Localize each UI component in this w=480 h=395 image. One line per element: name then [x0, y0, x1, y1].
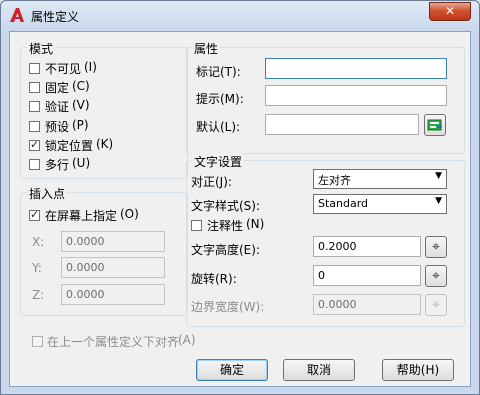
- close-button[interactable]: ✕: [429, 2, 471, 21]
- checkmark-icon: ✓: [30, 208, 40, 221]
- text-settings-group-title: 文字设置: [192, 153, 245, 170]
- checkbox-box[interactable]: [29, 82, 40, 93]
- title-bar[interactable]: 属性定义 ✕: [1, 1, 479, 31]
- checkbox-label: 预设: [45, 120, 70, 134]
- insertion-point-group-title: 插入点: [27, 185, 68, 202]
- checkbox-label: 锁定位置: [45, 139, 94, 153]
- justify-dropdown[interactable]: 左对齐 ▼: [313, 169, 447, 189]
- attribute-group-title: 属性: [192, 40, 221, 57]
- checkbox-label: 在上一个属性定义下对齐: [47, 335, 180, 349]
- checkbox-label: 在屏幕上指定: [45, 209, 118, 223]
- help-button[interactable]: 帮助(H): [382, 359, 454, 381]
- dropdown-arrow-icon: ▼: [435, 196, 442, 206]
- boundary-width-label: 边界宽度(W):: [191, 300, 265, 314]
- autocad-logo-icon: [10, 8, 24, 22]
- prompt-input[interactable]: [265, 85, 447, 106]
- checkbox-box[interactable]: [29, 159, 40, 170]
- tag-label: 标记(T):: [196, 65, 241, 79]
- z-label: Z:: [32, 288, 45, 302]
- x-label: X:: [32, 235, 45, 249]
- text-style-dropdown[interactable]: Standard ▼: [313, 194, 447, 214]
- y-label: Y:: [32, 261, 42, 275]
- text-style-value: Standard: [318, 197, 369, 210]
- checkbox-label: 验证: [45, 100, 70, 114]
- rotation-pick-button[interactable]: ⌖: [425, 265, 447, 287]
- checkbox-box[interactable]: [29, 101, 40, 112]
- justify-value: 左对齐: [318, 174, 351, 187]
- checkbox-box[interactable]: [29, 121, 40, 132]
- default-input[interactable]: [265, 114, 419, 135]
- text-height-label: 文字高度(E):: [191, 243, 260, 257]
- boundary-width-input[interactable]: 0.0000: [313, 294, 421, 315]
- prompt-label: 提示(M):: [196, 92, 244, 106]
- checkbox-key: (O): [120, 207, 139, 221]
- x-field[interactable]: 0.0000: [61, 231, 165, 252]
- close-icon: ✕: [444, 4, 456, 18]
- checkbox-box[interactable]: ✓: [29, 138, 40, 151]
- window-title: 属性定义: [31, 10, 80, 24]
- text-height-input[interactable]: 0.2000: [313, 236, 421, 257]
- pick-point-icon: ⌖: [432, 297, 440, 313]
- insert-field-button[interactable]: [424, 114, 446, 136]
- cancel-button[interactable]: 取消: [283, 359, 355, 381]
- insert-field-icon: [427, 119, 442, 131]
- checkbox-key: (N): [246, 217, 265, 231]
- mode-group-title: 模式: [27, 40, 56, 57]
- text-style-label: 文字样式(S):: [191, 199, 261, 213]
- checkbox-key: (A): [178, 333, 196, 347]
- pick-point-icon: ⌖: [432, 239, 440, 255]
- rotation-label: 旋转(R):: [191, 272, 237, 286]
- ok-button[interactable]: 确定: [196, 359, 268, 381]
- checkbox-label: 固定: [45, 81, 70, 95]
- checkbox-key: (U): [72, 156, 91, 170]
- default-label: 默认(L):: [196, 120, 241, 134]
- checkbox-box[interactable]: ✓: [29, 208, 40, 221]
- dialog-client: 模式 不可见 (I) 固定 (C) 验证 (V) 预设 (P) ✓ 锁定位置 (…: [9, 31, 471, 387]
- checkbox-label: 注释性: [207, 219, 244, 233]
- checkbox-key: (I): [84, 60, 97, 74]
- pick-point-icon: ⌖: [432, 268, 440, 284]
- checkbox-key: (K): [96, 137, 114, 151]
- y-field[interactable]: 0.0000: [61, 257, 165, 278]
- boundary-width-pick-button[interactable]: ⌖: [425, 294, 447, 316]
- z-field[interactable]: 0.0000: [61, 284, 165, 305]
- text-height-pick-button[interactable]: ⌖: [425, 236, 447, 258]
- justify-label: 对正(J):: [191, 175, 232, 189]
- tag-input[interactable]: [265, 58, 447, 79]
- checkbox-key: (P): [72, 118, 89, 132]
- dialog-window: 属性定义 ✕ 模式 不可见 (I) 固定 (C) 验证 (V) 预设 (P) ✓…: [0, 0, 480, 395]
- checkbox-box[interactable]: [29, 63, 40, 74]
- checkbox-box[interactable]: [191, 220, 202, 231]
- dropdown-arrow-icon: ▼: [435, 171, 442, 181]
- checkbox-key: (V): [72, 98, 90, 112]
- checkmark-icon: ✓: [30, 138, 40, 151]
- checkbox-label: 多行: [45, 158, 70, 172]
- checkbox-label: 不可见: [45, 62, 82, 76]
- checkbox-key: (C): [72, 79, 90, 93]
- checkbox-box[interactable]: [32, 336, 43, 347]
- rotation-input[interactable]: 0: [313, 265, 421, 286]
